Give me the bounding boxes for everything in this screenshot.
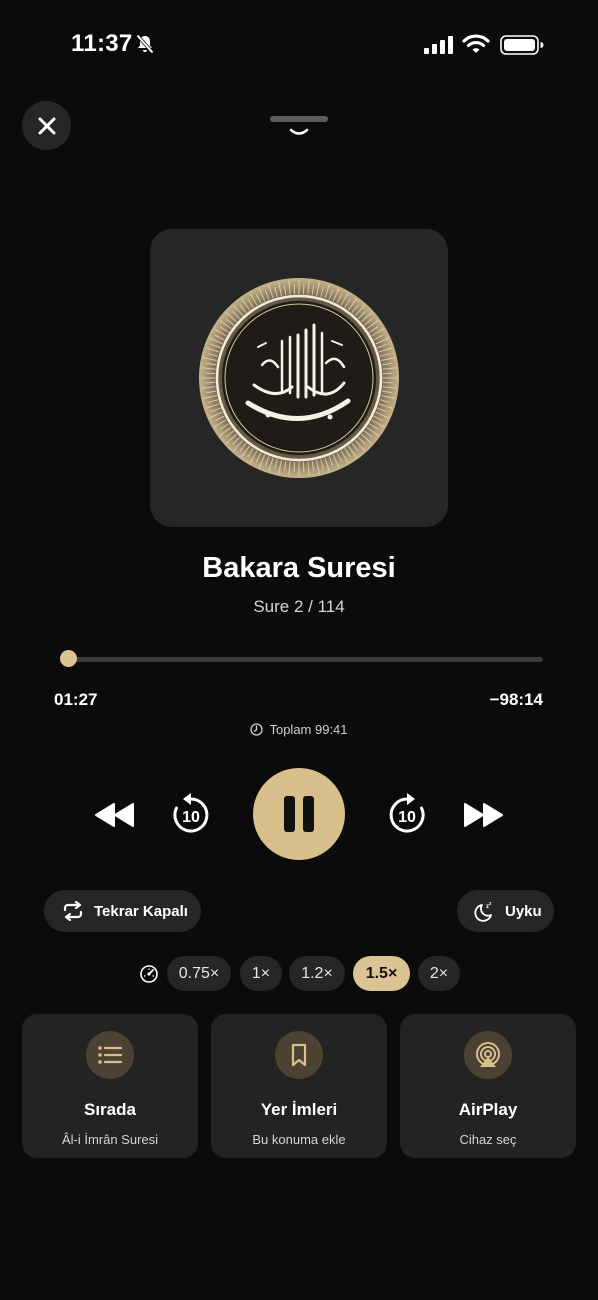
rewind-icon (95, 803, 134, 827)
skip-forward-seconds: 10 (398, 809, 416, 826)
sleep-label: Uyku (505, 902, 542, 920)
pause-button[interactable] (253, 768, 345, 860)
elapsed-time: 01:27 (54, 690, 98, 709)
airplay-icon (464, 1031, 512, 1079)
queue-title: Sırada (84, 1100, 136, 1119)
track-title: Bakara Suresi (202, 552, 396, 584)
album-artwork (150, 229, 448, 527)
speed-option-1[interactable]: 1× (240, 956, 282, 991)
skip-back-10-button[interactable]: 10 (168, 792, 214, 838)
cellular-signal-icon (424, 36, 454, 59)
airplay-title: AirPlay (458, 1100, 518, 1119)
bookmarks-card[interactable]: Yer İmleri Bu konuma ekle (211, 1014, 387, 1158)
bookmark-icon (275, 1031, 323, 1079)
svg-text:z: z (489, 901, 492, 907)
skip-forward-10-button[interactable]: 10 (384, 792, 430, 838)
pause-icon (284, 796, 314, 832)
progress-track[interactable] (61, 657, 543, 662)
airplay-subtitle: Cihaz seç (459, 1132, 517, 1147)
close-button[interactable] (22, 101, 71, 150)
fast-forward-icon (464, 803, 503, 827)
speed-option-0.75[interactable]: 0.75× (167, 956, 231, 991)
rewind-button[interactable] (90, 794, 138, 836)
speedometer-icon (139, 964, 159, 989)
repeat-toggle-button[interactable]: Tekrar Kapalı (44, 890, 201, 932)
queue-card[interactable]: Sırada Âl-i İmrân Suresi (22, 1014, 198, 1158)
airplay-card[interactable]: AirPlay Cihaz seç (400, 1014, 576, 1158)
speed-option-1.2[interactable]: 1.2× (289, 956, 345, 991)
total-duration: Toplam 99:41 (0, 722, 598, 737)
skip-back-10-icon: 10 (173, 793, 209, 833)
chevron-down-icon[interactable] (288, 125, 310, 143)
progress-scrubber[interactable] (60, 650, 78, 667)
close-icon (38, 117, 55, 134)
moon-sleep-icon: z z (474, 901, 492, 922)
bismillah-calligraphy-icon (199, 278, 399, 478)
skip-forward-10-icon: 10 (389, 793, 425, 833)
silent-bell-icon (134, 33, 156, 60)
list-icon (86, 1031, 134, 1079)
sleep-timer-button[interactable]: z z Uyku (457, 890, 554, 932)
bookmarks-subtitle: Bu konuma ekle (252, 1132, 346, 1147)
track-subtitle: Sure 2 / 114 (253, 597, 345, 616)
skip-back-seconds: 10 (182, 809, 200, 826)
sheet-grabber[interactable] (270, 116, 328, 122)
status-time: 11:37 (71, 30, 133, 57)
repeat-icon (63, 901, 83, 921)
clock-icon (250, 723, 264, 736)
repeat-label: Tekrar Kapalı (94, 902, 188, 920)
total-duration-label: Toplam 99:41 (269, 722, 348, 737)
wifi-icon (462, 33, 490, 60)
bookmarks-title: Yer İmleri (260, 1100, 338, 1119)
speed-option-1.5[interactable]: 1.5× (353, 956, 410, 991)
battery-icon (500, 35, 544, 60)
speed-option-2[interactable]: 2× (418, 956, 460, 991)
fast-forward-button[interactable] (460, 794, 508, 836)
queue-subtitle: Âl-i İmrân Suresi (61, 1132, 159, 1147)
remaining-time: −98:14 (489, 690, 543, 709)
